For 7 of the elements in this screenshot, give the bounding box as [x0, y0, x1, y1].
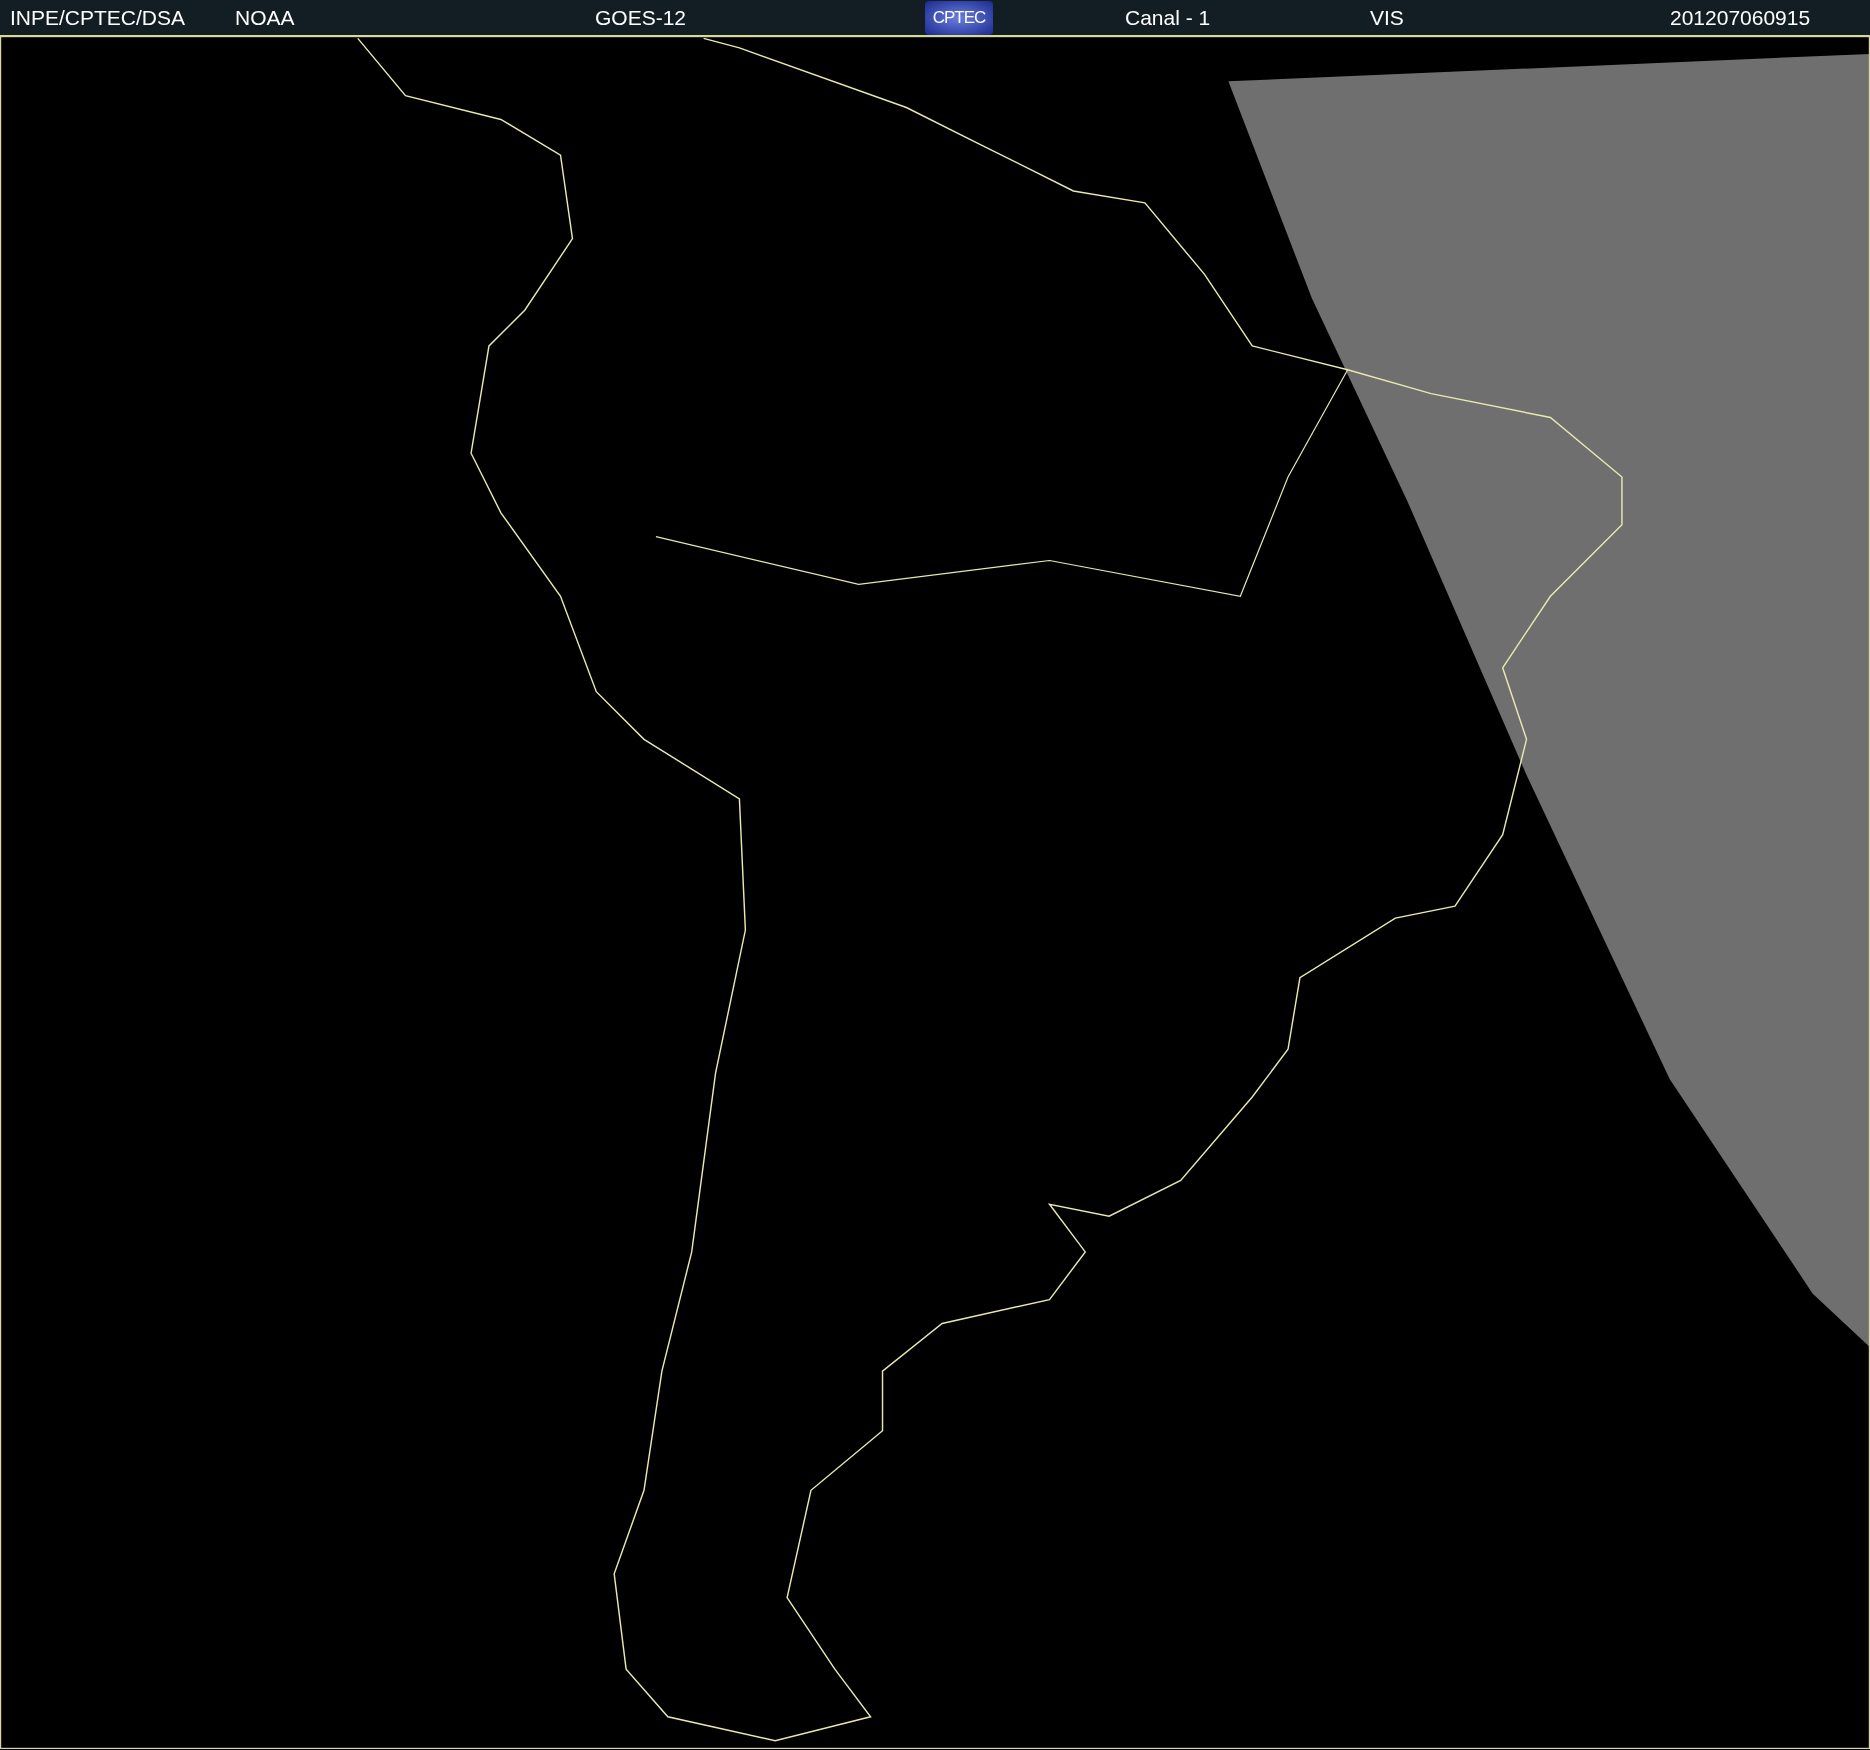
header-label: GOES-12 [595, 4, 687, 31]
header-label: NOAA [235, 4, 295, 31]
cptec-logo: CPTEC [925, 0, 993, 35]
header-label: Canal - 1 [1125, 4, 1211, 31]
header-label: VIS [1370, 4, 1404, 31]
header-label: 201207060915 [1670, 4, 1811, 31]
header-label: INPE/CPTEC/DSA [10, 4, 186, 31]
